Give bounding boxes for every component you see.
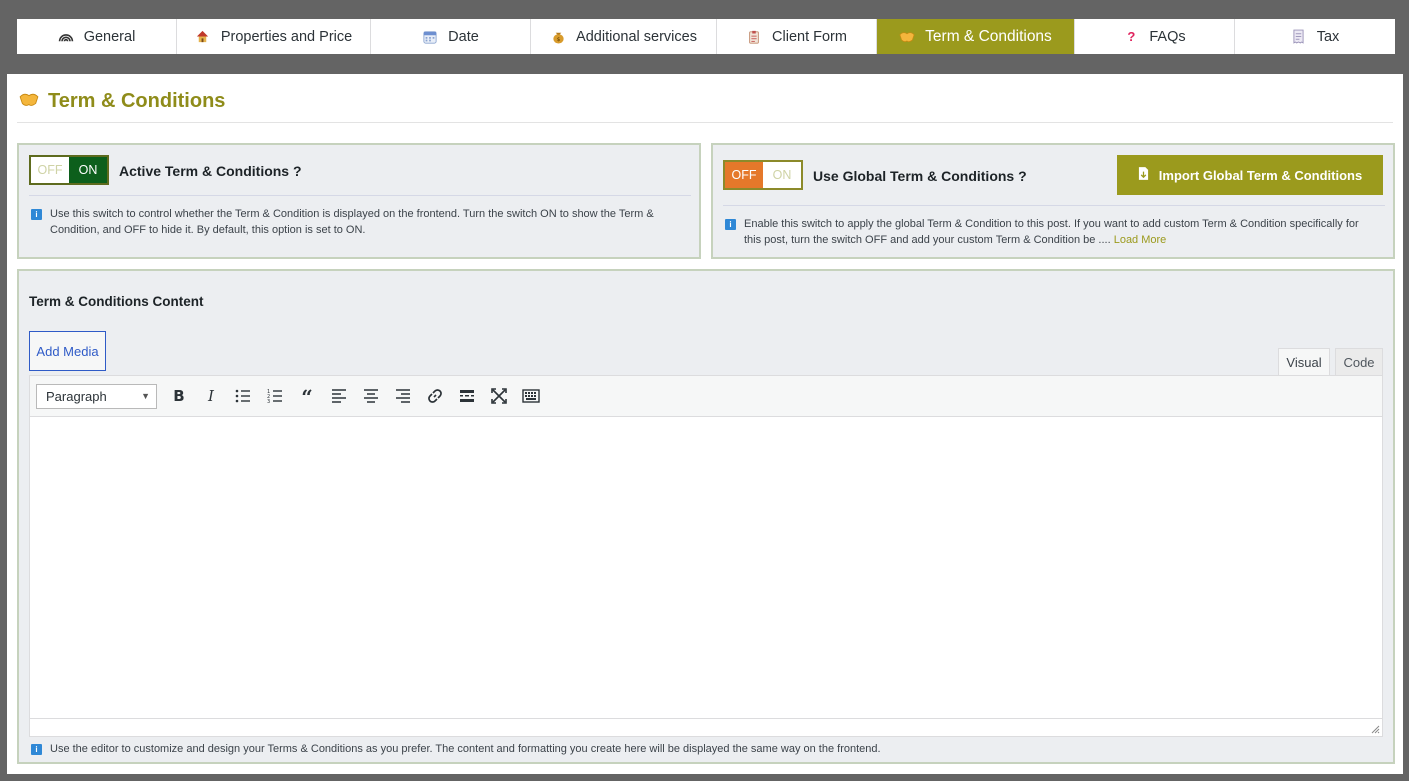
tab-label: General bbox=[83, 28, 136, 45]
import-button-label: Import Global Term & Conditions bbox=[1158, 167, 1363, 183]
format-select[interactable]: Paragraph ▼ bbox=[36, 383, 157, 409]
toggle-on[interactable]: ON bbox=[69, 157, 107, 183]
help-text: Enable this switch to apply the global T… bbox=[744, 216, 1375, 248]
bold-icon: B bbox=[173, 387, 184, 405]
import-global-button[interactable]: Import Global Term & Conditions bbox=[1117, 155, 1383, 195]
editor-statusbar bbox=[30, 718, 1382, 736]
align-center-icon bbox=[364, 389, 378, 403]
global-switch-card: OFF ON Use Global Term & Conditions ? Im… bbox=[711, 143, 1395, 259]
info-icon: i bbox=[725, 219, 736, 230]
handshake-icon bbox=[899, 29, 915, 45]
toggle-off[interactable]: OFF bbox=[31, 157, 69, 183]
help-text: Use this switch to control whether the T… bbox=[50, 208, 654, 236]
bullet-list-button[interactable] bbox=[227, 380, 259, 412]
align-left-icon bbox=[332, 389, 346, 403]
tab-code[interactable]: Code bbox=[1335, 348, 1383, 376]
active-switch-label: Active Term & Conditions ? bbox=[119, 163, 302, 179]
load-more-link[interactable]: Load More bbox=[1114, 234, 1167, 246]
tab-client-form[interactable]: Client Form bbox=[717, 19, 877, 54]
link-icon bbox=[428, 389, 442, 403]
tab-label: Tax bbox=[1316, 28, 1340, 45]
read-more-icon bbox=[460, 390, 474, 402]
align-center-button[interactable] bbox=[355, 380, 387, 412]
speedometer-icon bbox=[58, 29, 74, 45]
svg-text:I: I bbox=[207, 387, 215, 405]
svg-text:B: B bbox=[173, 387, 184, 405]
page-title-text: Term & Conditions bbox=[48, 89, 226, 112]
align-right-button[interactable] bbox=[387, 380, 419, 412]
fullscreen-button[interactable] bbox=[483, 380, 515, 412]
align-left-button[interactable] bbox=[323, 380, 355, 412]
content-title: Term & Conditions Content bbox=[29, 294, 204, 309]
fullscreen-icon bbox=[491, 388, 507, 404]
blockquote-button[interactable]: “ bbox=[291, 380, 323, 412]
active-switch-help: i Use this switch to control whether the… bbox=[31, 206, 681, 238]
house-icon bbox=[195, 29, 211, 45]
keyboard-icon bbox=[522, 389, 540, 403]
editor-toolbar: Paragraph ▼ B I 123 “ bbox=[29, 375, 1383, 417]
svg-text:“: “ bbox=[301, 387, 313, 405]
tab-general[interactable]: General bbox=[17, 19, 177, 54]
divider bbox=[17, 122, 1393, 123]
file-import-icon bbox=[1138, 167, 1149, 183]
numbered-list-button[interactable]: 123 bbox=[259, 380, 291, 412]
tab-label: Date bbox=[448, 28, 479, 45]
toolbar-toggle-button[interactable] bbox=[515, 380, 547, 412]
tab-label: Term & Conditions bbox=[925, 27, 1052, 45]
tab-properties-and-price[interactable]: Properties and Price bbox=[177, 19, 371, 54]
blockquote-icon: “ bbox=[301, 387, 313, 405]
insert-link-button[interactable] bbox=[419, 380, 451, 412]
toggle-on[interactable]: ON bbox=[763, 162, 801, 188]
bold-button[interactable]: B bbox=[163, 380, 195, 412]
tab-faqs[interactable]: ? FAQs bbox=[1075, 19, 1235, 54]
help-text-body: Enable this switch to apply the global T… bbox=[744, 218, 1359, 246]
tab-bar: General Properties and Price Date $ Addi… bbox=[17, 19, 1395, 54]
tab-tax[interactable]: Tax bbox=[1235, 19, 1395, 54]
clipboard-icon bbox=[746, 29, 762, 45]
tab-label: Additional services bbox=[576, 28, 697, 45]
divider bbox=[29, 195, 691, 196]
help-text: Use the editor to customize and design y… bbox=[50, 743, 881, 755]
active-switch-card: OFF ON Active Term & Conditions ? i Use … bbox=[17, 143, 701, 259]
format-select-value: Paragraph bbox=[46, 388, 107, 404]
global-switch-label: Use Global Term & Conditions ? bbox=[813, 168, 1027, 184]
tab-label: FAQs bbox=[1149, 28, 1186, 45]
active-toggle[interactable]: OFF ON bbox=[29, 155, 109, 185]
settings-panel: Term & Conditions OFF ON Active Term & C… bbox=[7, 74, 1403, 774]
handshake-icon bbox=[19, 90, 39, 113]
caret-down-icon: ▼ bbox=[141, 391, 150, 401]
read-more-button[interactable] bbox=[451, 380, 483, 412]
calendar-icon bbox=[422, 29, 438, 45]
add-media-button[interactable]: Add Media bbox=[29, 331, 106, 371]
svg-text:3: 3 bbox=[267, 399, 270, 405]
italic-icon: I bbox=[207, 387, 215, 405]
question-icon: ? bbox=[1127, 29, 1136, 44]
toggle-off[interactable]: OFF bbox=[725, 162, 763, 188]
page-title: Term & Conditions bbox=[19, 88, 225, 114]
content-help: i Use the editor to customize and design… bbox=[31, 741, 1371, 757]
global-switch-help: i Enable this switch to apply the global… bbox=[725, 216, 1375, 248]
content-card: Term & Conditions Content Add Media Visu… bbox=[17, 269, 1395, 764]
global-toggle[interactable]: OFF ON bbox=[723, 160, 803, 190]
tab-label: Properties and Price bbox=[220, 28, 353, 45]
tab-visual[interactable]: Visual bbox=[1278, 348, 1330, 376]
tab-term-and-conditions[interactable]: Term & Conditions bbox=[877, 19, 1075, 54]
divider bbox=[723, 205, 1385, 206]
money-bag-icon: $ bbox=[550, 29, 566, 45]
italic-button[interactable]: I bbox=[195, 380, 227, 412]
editor-content-area[interactable] bbox=[29, 417, 1383, 737]
numbered-list-icon: 123 bbox=[267, 389, 282, 405]
bullet-list-icon bbox=[235, 389, 250, 403]
resize-handle-icon[interactable] bbox=[1370, 724, 1380, 734]
tab-label: Client Form bbox=[772, 28, 847, 45]
info-icon: i bbox=[31, 209, 42, 220]
info-icon: i bbox=[31, 744, 42, 755]
receipt-icon bbox=[1291, 29, 1307, 45]
tab-date[interactable]: Date bbox=[371, 19, 531, 54]
align-right-icon bbox=[396, 389, 410, 403]
svg-text:$: $ bbox=[556, 37, 560, 43]
tab-additional-services[interactable]: $ Additional services bbox=[531, 19, 717, 54]
